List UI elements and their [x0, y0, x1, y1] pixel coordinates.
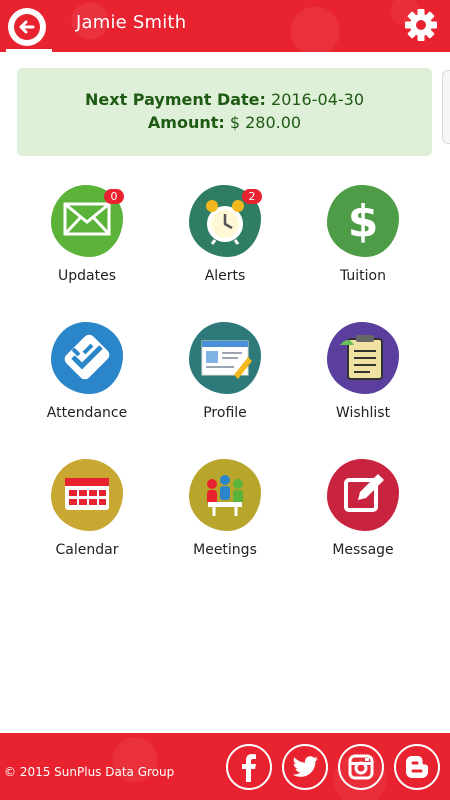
updates-count-badge: 0 [104, 189, 124, 204]
settings-button[interactable] [404, 8, 438, 42]
back-button-underline [6, 49, 52, 52]
app-footer: © 2015 SunPlus Data Group [0, 733, 450, 800]
copyright-text: © 2015 SunPlus Data Group [4, 765, 175, 779]
tile-label: Profile [203, 405, 247, 421]
tile-profile[interactable]: Profile [165, 317, 285, 427]
back-button[interactable] [8, 8, 46, 46]
instagram-icon [348, 754, 374, 780]
tile-message[interactable]: Message [303, 454, 423, 564]
side-drawer-handle[interactable] [442, 70, 450, 144]
tile-calendar[interactable]: Calendar [27, 454, 147, 564]
blogger-icon [406, 756, 428, 778]
tile-updates[interactable]: 0 Updates [27, 180, 147, 290]
payment-summary-card: Next Payment Date: 2016-04-30 Amount: $ … [17, 68, 432, 156]
svg-text:$: $ [348, 196, 379, 247]
compose-icon [344, 474, 384, 512]
alerts-count-badge: 2 [242, 189, 262, 204]
tile-label: Meetings [193, 542, 257, 558]
next-payment-line: Next Payment Date: 2016-04-30 [17, 88, 432, 111]
instagram-button[interactable] [338, 744, 384, 790]
next-payment-label: Next Payment Date: [85, 90, 266, 109]
tile-label: Wishlist [335, 405, 391, 421]
profile-card-icon [201, 340, 252, 379]
blogger-button[interactable] [394, 744, 440, 790]
next-payment-date: 2016-04-30 [271, 90, 364, 109]
tile-wishlist[interactable]: Wishlist [303, 317, 423, 427]
app-header: Jamie Smith [0, 0, 450, 52]
amount-value: $ 280.00 [229, 113, 302, 132]
arrow-left-icon [14, 14, 40, 40]
tile-label: Alerts [204, 268, 246, 284]
clipboard-icon [340, 335, 383, 380]
tile-label: Attendance [46, 405, 128, 421]
dollar-icon: $ [348, 196, 379, 247]
tile-attendance[interactable]: Attendance [27, 317, 147, 427]
facebook-button[interactable] [226, 744, 272, 790]
tile-tuition[interactable]: $ Tuition [303, 180, 423, 290]
double-check-icon [64, 334, 110, 380]
tile-alerts[interactable]: 2 Alerts [165, 180, 285, 290]
twitter-icon [292, 756, 318, 777]
amount-label: Amount: [147, 113, 225, 132]
facebook-icon [242, 754, 256, 782]
amount-line: Amount: $ 280.00 [17, 111, 432, 134]
tile-label: Message [332, 542, 394, 558]
calendar-icon [65, 478, 109, 510]
meeting-icon [207, 475, 243, 516]
gear-icon [405, 9, 437, 41]
page-title: Jamie Smith [76, 12, 187, 33]
twitter-button[interactable] [282, 744, 328, 790]
tile-label: Tuition [339, 268, 386, 284]
tile-label: Updates [58, 268, 116, 284]
tile-label: Calendar [55, 542, 119, 558]
tile-meetings[interactable]: Meetings [165, 454, 285, 564]
